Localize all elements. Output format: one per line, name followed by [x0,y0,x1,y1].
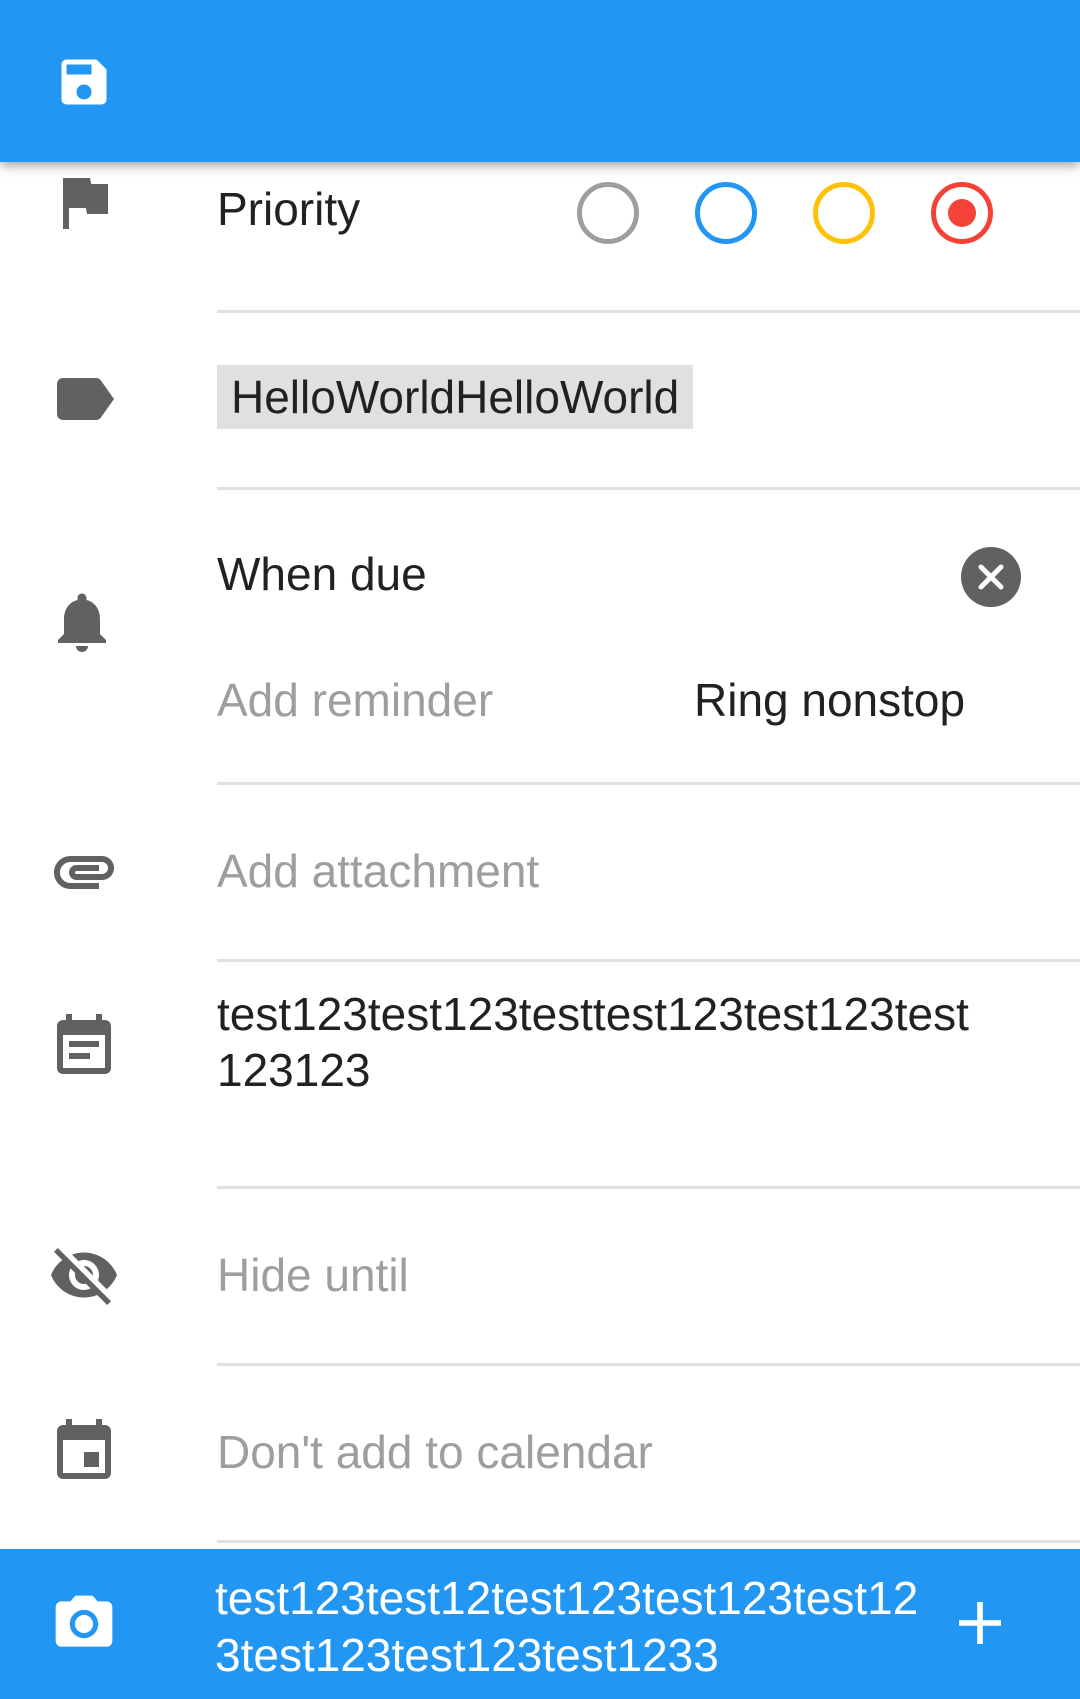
radio-selected-dot [948,199,976,227]
flag-icon [40,158,128,246]
eye-off-icon [40,1231,128,1319]
add-attachment-label: Add attachment [217,845,540,897]
priority-label: Priority [217,183,361,235]
bell-icon [38,578,126,666]
reminders-row: When due Add reminder Ring nonstop [0,490,1080,785]
description-text[interactable]: test123test123testtest123test123test1231… [217,986,977,1098]
hide-until-row[interactable]: Hide until [0,1189,1080,1364]
hide-until-label: Hide until [217,1249,409,1301]
divider [217,1540,1080,1543]
paperclip-icon [40,827,128,915]
remove-reminder-button[interactable] [961,547,1021,607]
add-reminder-button[interactable]: Add reminder [217,672,493,728]
comment-bar: test123test12test123test123test123test12… [0,1549,1080,1699]
plus-icon [959,1602,1001,1644]
label-icon [40,355,128,443]
tag-chip[interactable]: HelloWorldHelloWorld [217,365,694,429]
save-icon [61,59,107,105]
priority-high-radio[interactable] [931,182,993,244]
priority-medium-radio[interactable] [813,182,875,244]
comment-input[interactable]: test123test12test123test123test123test12… [215,1570,935,1684]
priority-low-radio[interactable] [695,182,757,244]
calendar-label: Don't add to calendar [217,1426,653,1478]
ring-mode-button[interactable]: Ring nonstop [694,672,965,728]
camera-icon [55,1595,113,1647]
close-icon [978,564,1004,590]
calendar-row[interactable]: Don't add to calendar [0,1366,1080,1541]
save-button[interactable] [48,46,120,118]
when-due-label[interactable]: When due [217,546,427,602]
add-comment-button[interactable] [940,1583,1020,1663]
description-row[interactable]: test123test123testtest123test123test1231… [0,962,1080,1187]
priority-none-radio[interactable] [577,182,639,244]
attachment-row[interactable]: Add attachment [0,785,1080,960]
app-bar [0,0,1080,162]
camera-button[interactable] [40,1580,128,1668]
priority-row: Priority [0,162,1080,312]
notes-icon [40,1003,128,1091]
calendar-icon [40,1408,128,1496]
